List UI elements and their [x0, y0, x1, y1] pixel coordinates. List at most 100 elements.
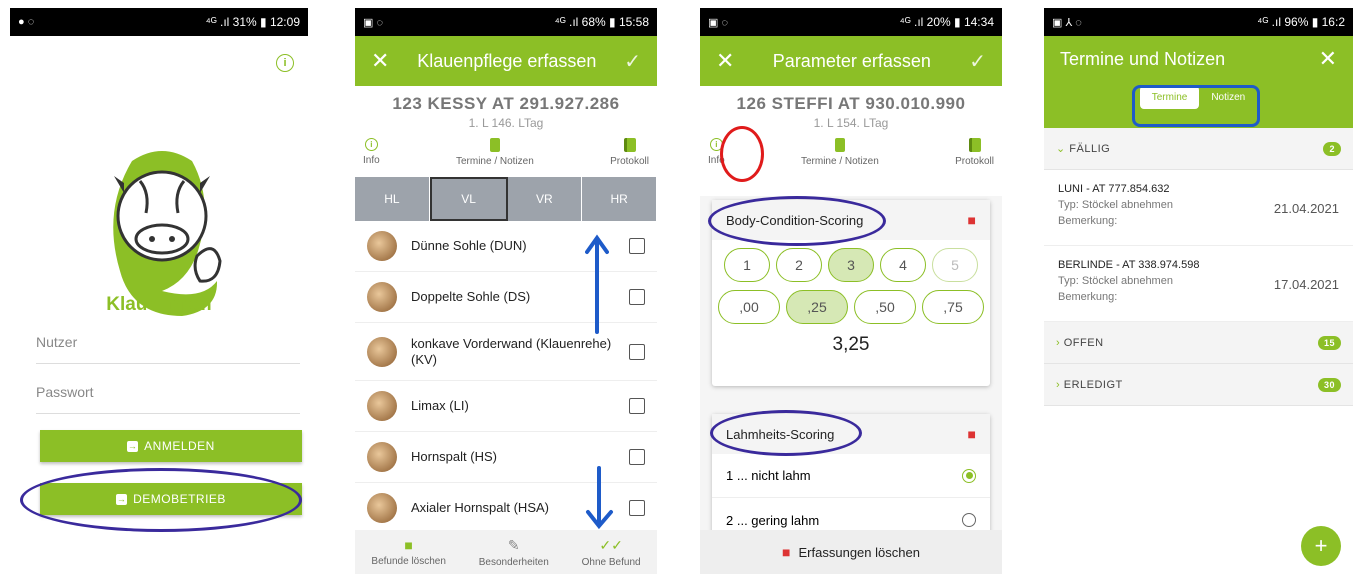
checkbox[interactable] [629, 289, 645, 305]
list-item[interactable]: konkave Vorderwand (Klauenrehe) (KV) [355, 323, 657, 381]
login-label: ANMELDEN [144, 439, 215, 453]
section-done[interactable]: › ERLEDIGT 30 [1044, 364, 1353, 406]
login-button[interactable]: → ANMELDEN [40, 430, 302, 462]
count-badge: 2 [1323, 141, 1341, 156]
tab-protocol[interactable]: Protokoll [955, 138, 994, 167]
delete-entries-button[interactable]: ■ Erfassungen löschen [700, 530, 1002, 574]
hoof-selector: HL VL VR HR [355, 177, 657, 221]
clipboard-icon [834, 138, 845, 152]
close-icon[interactable]: ✕ [1319, 46, 1337, 72]
status-bar: ▣ ◌ ⁴ᴳ .ıl 68% ▮ 15:58 [355, 8, 657, 36]
bottom-action-bar: ■ Befunde löschen ✎ Besonderheiten ✓✓ Ohne … [355, 530, 657, 574]
delete-label: Erfassungen löschen [798, 544, 920, 560]
score-pill[interactable]: 3 [828, 248, 874, 282]
finding-thumbnail [367, 391, 397, 421]
bcs-decimal-row: ,00 ,25 ,50 ,75 [712, 290, 990, 324]
double-check-icon: ✓✓ [599, 536, 623, 553]
list-item[interactable]: LUNI - AT 777.854.632 Typ: Stöckel abneh… [1044, 170, 1353, 246]
password-field[interactable]: Passwort [36, 370, 300, 414]
plus-icon: + [1314, 533, 1328, 558]
decimal-pill[interactable]: ,50 [854, 290, 916, 324]
section-label: ERLEDIGT [1063, 378, 1123, 391]
cow-name: 126 STEFFI AT 930.010.990 [736, 94, 966, 113]
info-icon[interactable]: i [276, 54, 294, 72]
trash-icon: ■ [782, 544, 791, 560]
checkbox[interactable] [629, 449, 645, 465]
finding-thumbnail [367, 336, 397, 367]
status-info: ⁴ᴳ .ıl 20% ▮ 14:34 [899, 15, 994, 29]
chevron-down-icon: ⌄ [1056, 143, 1070, 155]
count-badge: 15 [1317, 335, 1341, 350]
tab-label: Protokoll [955, 156, 994, 167]
add-button[interactable]: + [1301, 526, 1341, 566]
delete-findings-button[interactable]: ■ Befunde löschen [371, 537, 446, 567]
tab-info[interactable]: i Info [363, 138, 380, 167]
phone-login-screen: ● ◌ ⁴ᴳ .ıl 31% ▮ 12:09 i Klauenprofi Nut… [10, 8, 308, 574]
finding-label: Limax (LI) [411, 398, 469, 414]
score-pill[interactable]: 5 [932, 248, 978, 282]
chevron-right-icon: › [1056, 378, 1064, 391]
checkbox[interactable] [629, 500, 645, 516]
tab-protocol[interactable]: Protokoll [610, 138, 649, 167]
status-info: ⁴ᴳ .ıl 96% ▮ 16:2 [1257, 15, 1345, 29]
tab-label: Termine / Notizen [455, 156, 534, 167]
list-item[interactable]: Limax (LI) [355, 381, 657, 432]
tab-label: Info [363, 155, 380, 166]
page-title: Termine und Notizen [1060, 48, 1226, 69]
checkbox[interactable] [629, 343, 645, 360]
cow-logo-icon [113, 151, 222, 316]
no-finding-button[interactable]: ✓✓ Ohne Befund [582, 537, 641, 568]
page-title: Parameter erfassen [772, 50, 931, 71]
username-field[interactable]: Nutzer [36, 320, 300, 364]
phone-appointments-screen: ▣ ⅄ ◌ ⁴ᴳ .ıl 96% ▮ 16:2 Termine und Noti… [1044, 8, 1353, 574]
finding-thumbnail [367, 442, 397, 472]
hoof-tab-hl[interactable]: HL [355, 177, 430, 221]
list-item[interactable]: Dünne Sohle (DUN) [355, 221, 657, 272]
hoof-tab-vl[interactable]: VL [429, 177, 508, 221]
page-title: Klauenpflege erfassen [417, 50, 597, 71]
clipboard-icon [489, 138, 500, 152]
status-info: ⁴ᴳ .ıl 68% ▮ 15:58 [554, 15, 649, 29]
cow-tabs: i Info Termine / Notizen Protokoll [355, 130, 657, 167]
highlight-oval-lameness [710, 410, 862, 456]
checkbox[interactable] [629, 238, 645, 254]
decimal-pill[interactable]: ,75 [922, 290, 984, 324]
entry-name: BERLINDE - AT 338.974.598 [1058, 259, 1200, 271]
score-pill[interactable]: 2 [776, 248, 822, 282]
tab-appointments[interactable]: Termine / Notizen [456, 138, 534, 167]
close-icon[interactable]: ✕ [371, 48, 389, 74]
cow-subinfo: 1. L 146. LTag [468, 116, 544, 130]
list-item[interactable]: Doppelte Sohle (DS) [355, 272, 657, 323]
score-pill[interactable]: 4 [880, 248, 926, 282]
lameness-option[interactable]: 1 ... nicht lahm [712, 454, 990, 498]
special-features-button[interactable]: ✎ Besonderheiten [479, 537, 549, 568]
hoof-tab-hr[interactable]: HR [582, 177, 657, 221]
info-icon: i [364, 138, 378, 151]
finding-thumbnail [367, 231, 397, 261]
chevron-right-icon: › [1056, 336, 1064, 349]
highlight-box [1132, 85, 1260, 127]
trash-icon[interactable]: ■ [968, 212, 976, 228]
checkbox[interactable] [629, 398, 645, 414]
cow-header: 126 STEFFI AT 930.010.990 1. L 154. LTag [700, 86, 1002, 130]
section-open[interactable]: › OFFEN 15 [1044, 322, 1353, 364]
score-pill[interactable]: 1 [724, 248, 770, 282]
decimal-pill[interactable]: ,25 [786, 290, 848, 324]
section-label: OFFEN [1063, 336, 1104, 349]
delete-entries-content: ■ Erfassungen löschen [782, 544, 920, 560]
check-icon[interactable]: ✓ [969, 49, 986, 74]
tab-appointments[interactable]: Termine / Notizen [801, 138, 879, 167]
decimal-pill[interactable]: ,00 [718, 290, 780, 324]
radio-button[interactable] [962, 513, 976, 527]
trash-icon: ■ [404, 537, 413, 553]
trash-icon[interactable]: ■ [968, 426, 976, 442]
footer-label: Besonderheiten [478, 556, 549, 568]
highlight-oval-bcs [708, 196, 886, 246]
list-item[interactable]: BERLINDE - AT 338.974.598 Typ: Stöckel a… [1044, 246, 1353, 322]
check-icon[interactable]: ✓ [624, 49, 641, 74]
hoof-tab-vr[interactable]: VR [507, 177, 583, 221]
section-due[interactable]: ⌄ FÄLLIG 2 [1044, 128, 1353, 170]
radio-button[interactable] [962, 468, 976, 483]
close-icon[interactable]: ✕ [716, 48, 734, 74]
entry-date: 21.04.2021 [1273, 201, 1339, 216]
